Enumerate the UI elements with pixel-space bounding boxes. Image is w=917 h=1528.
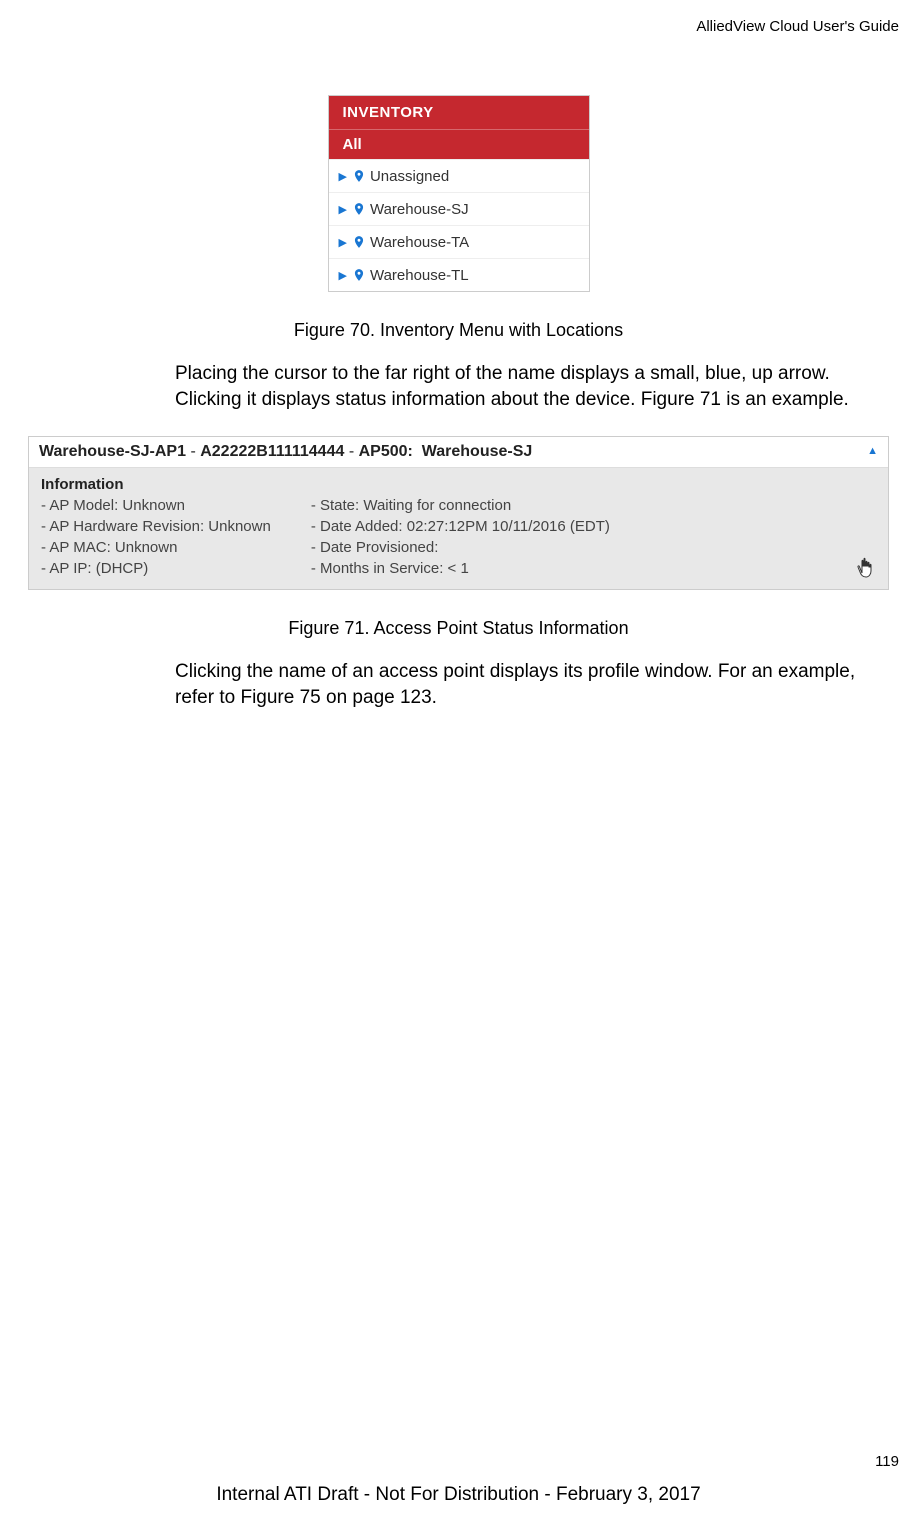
inventory-item-unassigned[interactable]: ▶ Unassigned — [329, 159, 589, 192]
header-guide-title: AlliedView Cloud User's Guide — [696, 18, 899, 35]
footer-disclaimer: Internal ATI Draft - Not For Distributio… — [0, 1484, 917, 1506]
chevron-right-icon: ▶ — [339, 170, 347, 183]
inventory-item-label: Warehouse-TL — [370, 267, 469, 284]
inventory-item-warehouse-ta[interactable]: ▶ Warehouse-TA — [329, 225, 589, 258]
hand-cursor-icon — [856, 556, 876, 585]
sep: - — [344, 443, 358, 460]
info-columns: - AP Model: Unknown - AP Hardware Revisi… — [41, 495, 876, 579]
info-heading: Information — [41, 476, 876, 493]
inventory-item-label: Unassigned — [370, 168, 449, 185]
figure-70-caption: Figure 70. Inventory Menu with Locations — [20, 320, 897, 341]
sep: - — [186, 443, 200, 460]
inventory-item-label: Warehouse-SJ — [370, 201, 469, 218]
paragraph-2: Clicking the name of an access point dis… — [175, 659, 865, 710]
ap-info-box: Information - AP Model: Unknown - AP Har… — [29, 468, 888, 589]
figure-71: Warehouse-SJ-AP1 - A22222B111114444 - AP… — [28, 436, 889, 590]
ap-location: Warehouse-SJ — [422, 443, 533, 460]
inventory-all-row[interactable]: All — [329, 129, 589, 159]
info-col-2: - State: Waiting for connection - Date A… — [311, 495, 610, 579]
info-line: - Date Added: 02:27:12PM 10/11/2016 (EDT… — [311, 516, 610, 537]
page-number: 119 — [875, 1453, 899, 1470]
inventory-menu: INVENTORY All ▶ Unassigned ▶ Warehouse-S… — [328, 95, 590, 292]
chevron-right-icon: ▶ — [339, 203, 347, 216]
info-line: - AP IP: (DHCP) — [41, 558, 271, 579]
location-pin-icon — [352, 200, 366, 218]
figure-70: INVENTORY All ▶ Unassigned ▶ Warehouse-S… — [20, 95, 897, 292]
figure-71-caption: Figure 71. Access Point Status Informati… — [20, 618, 897, 639]
ap-serial: A22222B111114444 — [200, 443, 344, 460]
inventory-item-warehouse-tl[interactable]: ▶ Warehouse-TL — [329, 258, 589, 291]
ap-title-bar[interactable]: Warehouse-SJ-AP1 - A22222B111114444 - AP… — [29, 437, 888, 468]
info-col-1: - AP Model: Unknown - AP Hardware Revisi… — [41, 495, 271, 579]
location-pin-icon — [352, 167, 366, 185]
info-line: - AP Hardware Revision: Unknown — [41, 516, 271, 537]
inventory-menu-header: INVENTORY — [329, 96, 589, 129]
page-content: INVENTORY All ▶ Unassigned ▶ Warehouse-S… — [0, 0, 917, 711]
inventory-item-label: Warehouse-TA — [370, 234, 469, 251]
collapse-up-arrow-icon[interactable]: ▲ — [867, 445, 878, 457]
chevron-right-icon: ▶ — [339, 236, 347, 249]
chevron-right-icon: ▶ — [339, 269, 347, 282]
paragraph-1: Placing the cursor to the far right of t… — [175, 361, 865, 412]
location-pin-icon — [352, 266, 366, 284]
info-line: - State: Waiting for connection — [311, 495, 610, 516]
info-line: - Date Provisioned: — [311, 537, 610, 558]
info-line: - AP MAC: Unknown — [41, 537, 271, 558]
ap-model: AP500: — [359, 443, 413, 460]
ap-name: Warehouse-SJ-AP1 — [39, 443, 186, 460]
location-pin-icon — [352, 233, 366, 251]
inventory-item-warehouse-sj[interactable]: ▶ Warehouse-SJ — [329, 192, 589, 225]
info-line: - AP Model: Unknown — [41, 495, 271, 516]
info-line: - Months in Service: < 1 — [311, 558, 610, 579]
